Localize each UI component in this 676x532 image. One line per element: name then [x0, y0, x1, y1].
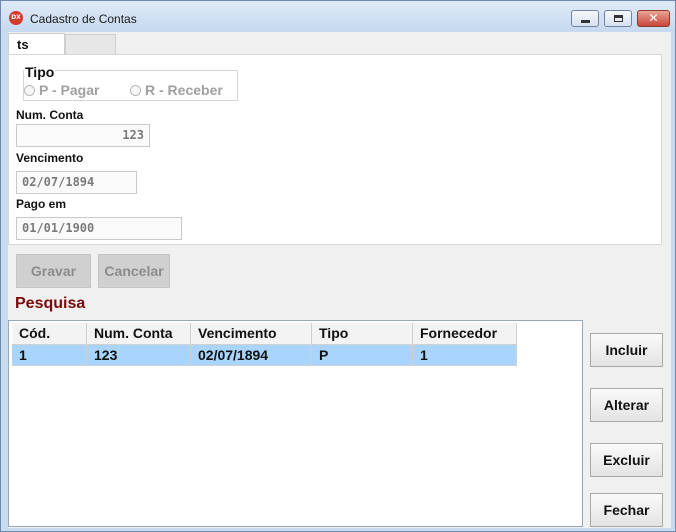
radio-receber[interactable]: R - Receber — [130, 82, 223, 98]
column-header-cod[interactable]: Cód. — [12, 323, 87, 345]
radio-pagar[interactable]: P - Pagar — [24, 82, 99, 98]
radio-receber-circle[interactable] — [130, 85, 141, 96]
table-cell[interactable]: 123 — [87, 345, 191, 366]
tab-panel: Tipo P - Pagar R - Receber Num. Conta 12… — [8, 54, 662, 245]
num-conta-label: Num. Conta — [16, 108, 84, 122]
excluir-button[interactable]: Excluir — [590, 443, 663, 477]
pago-em-field[interactable]: 01/01/1900 — [16, 217, 182, 240]
radio-receber-label: R - Receber — [145, 82, 223, 98]
grid-header: Cód. Num. Conta Vencimento Tipo Forneced… — [12, 323, 517, 345]
tab-2[interactable] — [65, 34, 116, 54]
app-icon: DX — [9, 11, 23, 25]
maximize-icon — [614, 15, 623, 22]
cancelar-button[interactable]: Cancelar — [98, 254, 170, 288]
title-bar[interactable]: DX Cadastro de Contas ✕ — [1, 1, 675, 32]
column-header-fornecedor[interactable]: Fornecedor — [413, 323, 517, 345]
table-row[interactable]: 1 123 02/07/1894 P 1 — [12, 345, 517, 366]
minimize-icon — [581, 20, 590, 23]
tab-ts[interactable]: ts — [8, 33, 65, 55]
vencimento-field[interactable]: 02/07/1894 — [16, 171, 137, 194]
vencimento-label: Vencimento — [16, 151, 84, 165]
tipo-group-title: Tipo — [24, 64, 56, 80]
column-header-tipo[interactable]: Tipo — [312, 323, 413, 345]
table-cell[interactable]: 1 — [413, 345, 517, 366]
pago-em-label: Pago em — [16, 197, 67, 211]
fechar-button[interactable]: Fechar — [590, 493, 663, 527]
main-window: DX Cadastro de Contas ✕ ts Tipo P - Paga… — [0, 0, 676, 532]
close-icon: ✕ — [648, 11, 659, 25]
pesquisa-grid[interactable]: Cód. Num. Conta Vencimento Tipo Forneced… — [8, 320, 583, 527]
pesquisa-title: Pesquisa — [15, 295, 86, 312]
incluir-button[interactable]: Incluir — [590, 333, 663, 367]
close-button[interactable]: ✕ — [637, 10, 670, 27]
alterar-button[interactable]: Alterar — [590, 388, 663, 422]
maximize-button[interactable] — [604, 10, 632, 27]
num-conta-field[interactable]: 123 — [16, 124, 150, 147]
column-header-vencimento[interactable]: Vencimento — [191, 323, 312, 345]
table-cell[interactable]: 02/07/1894 — [191, 345, 312, 366]
table-cell[interactable]: 1 — [12, 345, 87, 366]
client-area: ts Tipo P - Pagar R - Receber Num. Conta… — [8, 32, 671, 528]
minimize-button[interactable] — [571, 10, 599, 27]
column-header-num-conta[interactable]: Num. Conta — [87, 323, 191, 345]
radio-pagar-label: P - Pagar — [39, 82, 100, 98]
window-title: Cadastro de Contas — [30, 12, 137, 26]
gravar-button[interactable]: Gravar — [16, 254, 91, 288]
radio-pagar-circle[interactable] — [24, 85, 35, 96]
table-cell[interactable]: P — [312, 345, 413, 366]
